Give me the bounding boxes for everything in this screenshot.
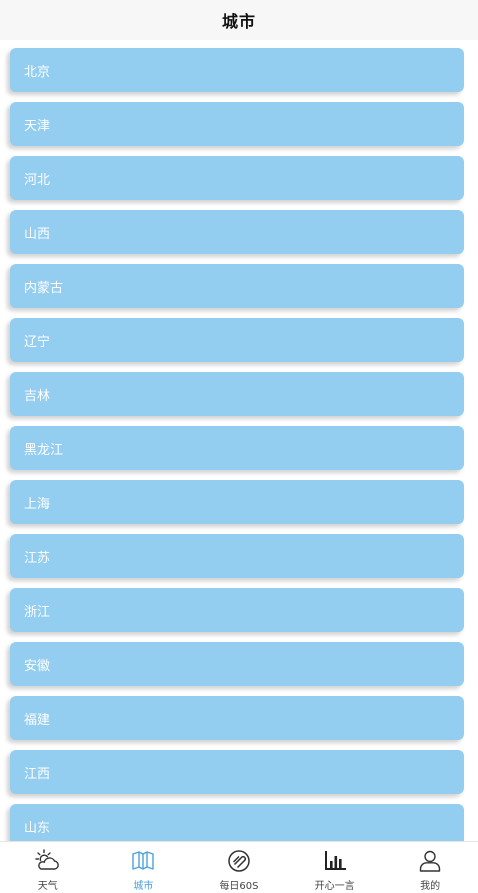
- city-item-fujian[interactable]: 福建: [10, 696, 464, 740]
- tab-me[interactable]: 我的: [382, 842, 478, 893]
- user-icon: [419, 850, 441, 872]
- tab-weather[interactable]: 天气: [0, 842, 96, 893]
- header-bar: 城市: [0, 0, 478, 40]
- city-label: 内蒙古: [24, 280, 64, 296]
- city-label: 福建: [24, 712, 51, 728]
- city-item-zhejiang[interactable]: 浙江: [10, 588, 464, 632]
- city-label: 浙江: [24, 604, 51, 620]
- city-item-jiangsu[interactable]: 江苏: [10, 534, 464, 578]
- city-label: 北京: [24, 64, 51, 80]
- page-title: 城市: [221, 12, 256, 31]
- city-item-beijing[interactable]: 北京: [10, 48, 464, 92]
- city-label: 山东: [24, 820, 51, 836]
- bar-chart-icon: [324, 851, 346, 870]
- city-item-shanxi[interactable]: 山西: [10, 210, 464, 254]
- weather-icon: [35, 849, 59, 870]
- city-item-tianjin[interactable]: 天津: [10, 102, 464, 146]
- tab-label: 城市: [133, 881, 154, 892]
- city-label: 辽宁: [24, 334, 51, 350]
- city-item-jiangxi[interactable]: 江西: [10, 750, 464, 794]
- tab-label: 开心一言: [314, 881, 355, 892]
- city-label: 黑龙江: [24, 442, 64, 458]
- tab-happy-quote[interactable]: 开心一言: [287, 842, 383, 893]
- tab-city[interactable]: 城市: [96, 842, 192, 893]
- disc-icon: [228, 850, 250, 872]
- tab-label: 天气: [37, 881, 58, 892]
- city-item-liaoning[interactable]: 辽宁: [10, 318, 464, 362]
- city-label: 河北: [24, 172, 51, 188]
- city-label: 江西: [24, 766, 51, 782]
- city-item-hebei[interactable]: 河北: [10, 156, 464, 200]
- city-item-jilin[interactable]: 吉林: [10, 372, 464, 416]
- city-item-shandong[interactable]: 山东: [10, 804, 464, 841]
- city-label: 上海: [24, 496, 51, 512]
- map-icon: [132, 851, 155, 870]
- tab-label: 每日60S: [219, 881, 259, 892]
- tab-label: 我的: [420, 881, 441, 892]
- city-item-heilongjiang[interactable]: 黑龙江: [10, 426, 464, 470]
- city-label: 天津: [24, 118, 51, 134]
- city-item-shanghai[interactable]: 上海: [10, 480, 464, 524]
- city-label: 安徽: [24, 658, 51, 674]
- tab-daily-60s[interactable]: 每日60S: [191, 842, 287, 893]
- city-label: 吉林: [24, 388, 51, 404]
- city-item-anhui[interactable]: 安徽: [10, 642, 464, 686]
- city-label: 山西: [24, 226, 51, 242]
- city-label: 江苏: [24, 550, 51, 566]
- bottom-tab-bar: 天气 城市 每日60S 开心一言 我的: [0, 841, 478, 893]
- city-item-neimenggu[interactable]: 内蒙古: [10, 264, 464, 308]
- city-list[interactable]: 北京 天津 河北 山西 内蒙古 辽宁 吉林 黑龙江 上海 江苏 浙江 安徽 福建…: [0, 40, 478, 841]
